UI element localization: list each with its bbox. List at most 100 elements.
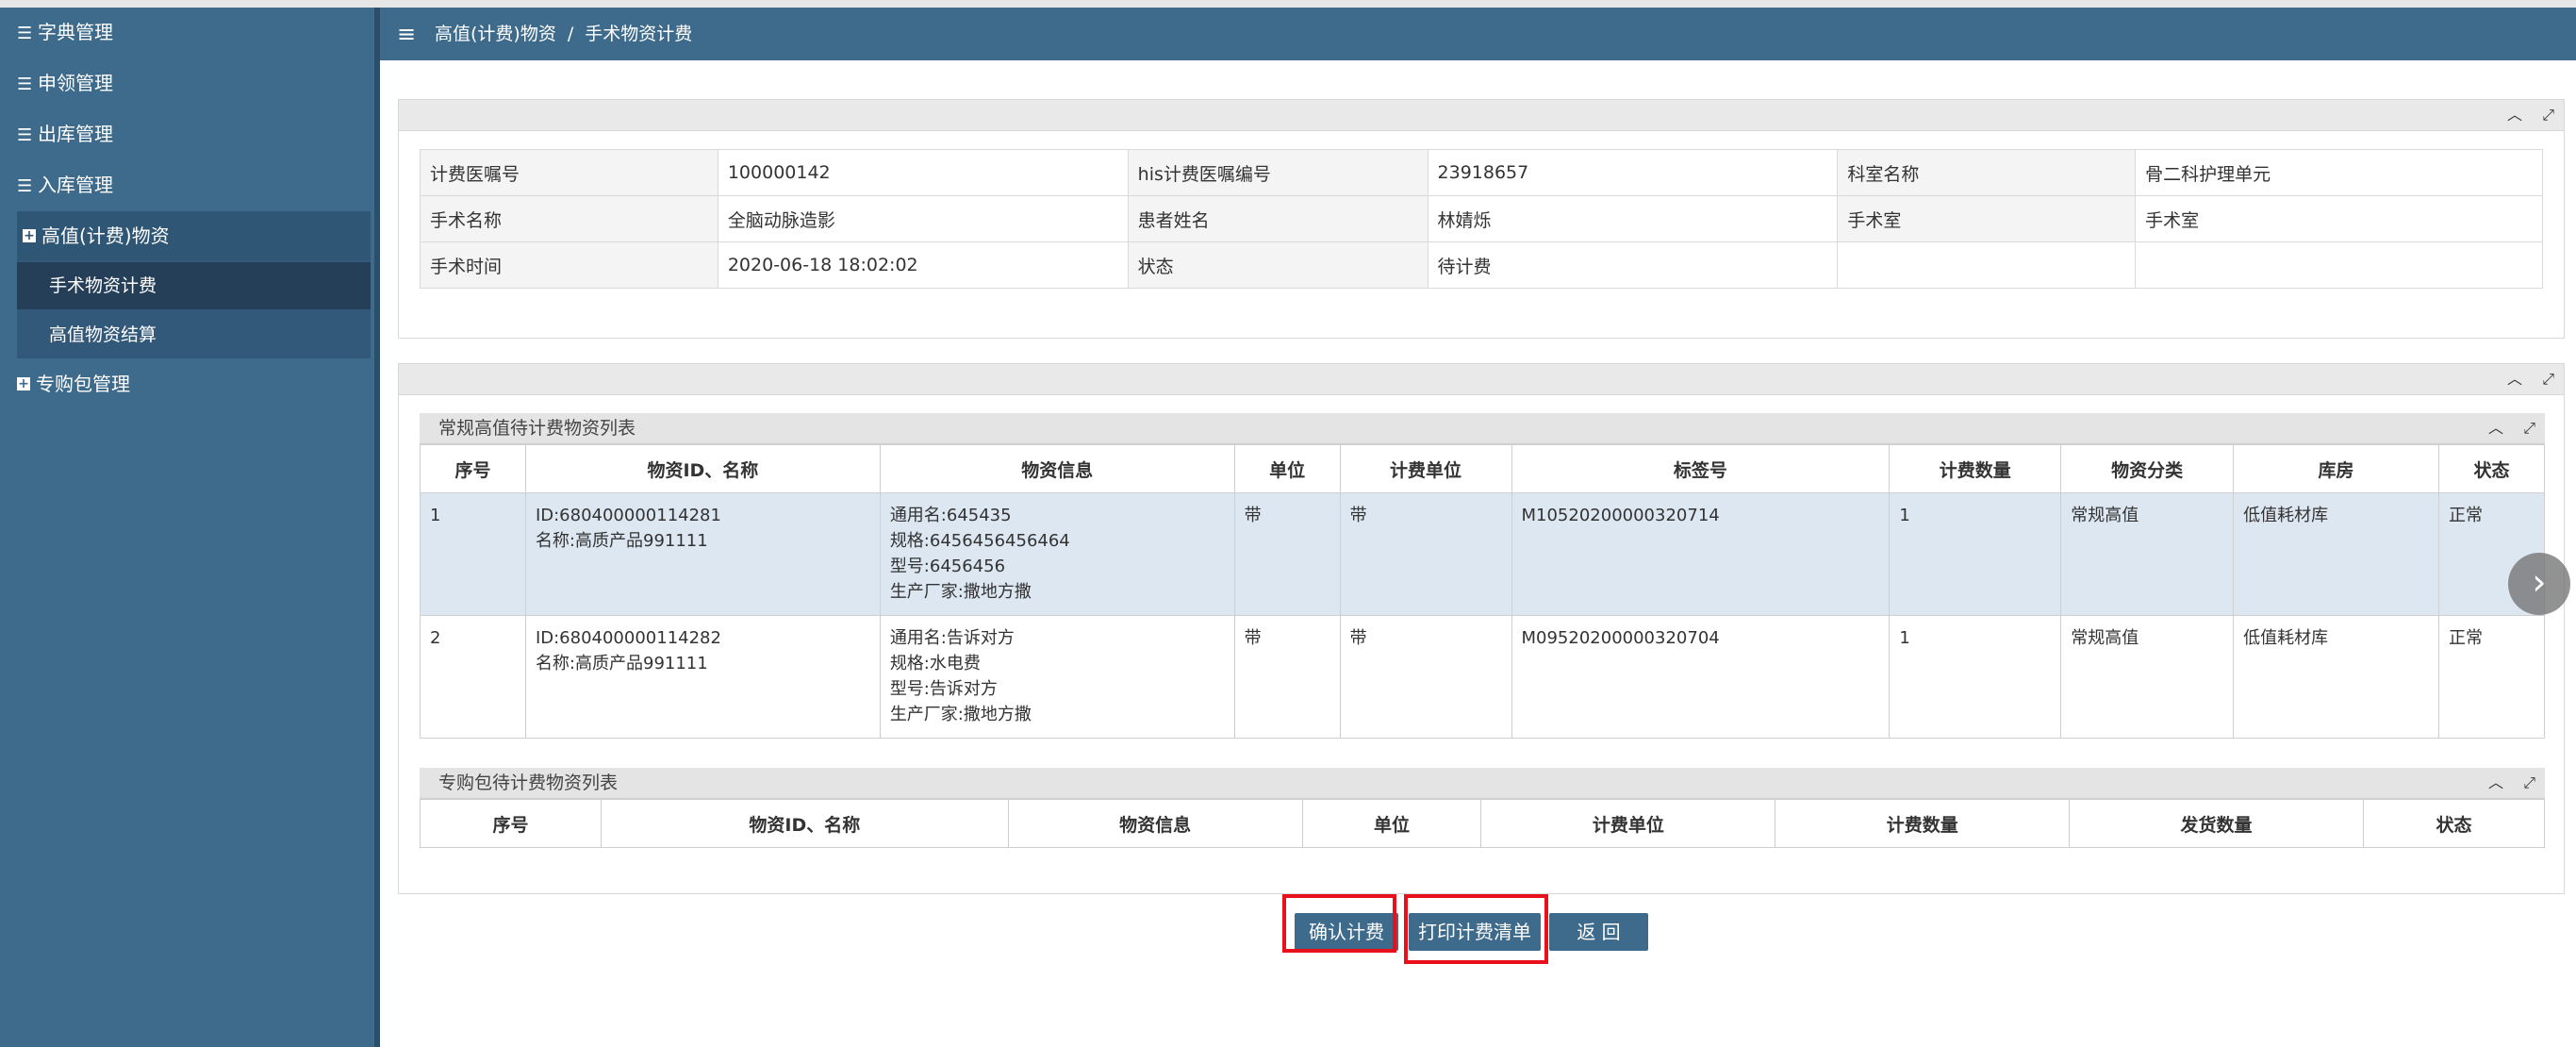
package-list-title: 专购包待计费物资列表: [438, 773, 619, 793]
sub-panel-header: 常规高值待计费物资列表 ︿ ⤢: [420, 413, 2545, 444]
expand-box-icon: +: [17, 376, 30, 391]
sidebar-item-dictionary[interactable]: ☰ 字典管理: [17, 13, 113, 51]
sidebar: [0, 8, 374, 1047]
top-bar: ≡ 高值(计费)物资 / 手术物资计费: [380, 8, 2576, 60]
table-header-row: 序号 物资ID、名称 物资信息 单位 计费单位 标签号 计费数量 物资分类 库房…: [420, 444, 2546, 493]
qty-cell: 1: [1889, 615, 2062, 739]
expand-icon[interactable]: ⤢: [2542, 364, 2554, 394]
panel-header: ︿ ⤢: [399, 100, 2564, 131]
tag-cell: M10520200000320714: [1511, 492, 1891, 616]
store-cell: 低值耗材库: [2233, 492, 2439, 616]
chevron-right-icon[interactable]: ›: [2508, 553, 2570, 615]
tag-cell: M09520200000320704: [1511, 615, 1891, 739]
material-model: 型号:6456456: [889, 557, 1006, 576]
chevron-up-icon[interactable]: ︿: [2507, 364, 2522, 394]
info-value: 全脑动脉造影: [717, 195, 1129, 242]
bill-unit-cell: 带: [1339, 492, 1512, 616]
column-header: 计费数量: [1889, 444, 2062, 493]
row-number: 1: [420, 492, 526, 616]
breadcrumb: 高值(计费)物资 / 手术物资计费: [435, 8, 692, 60]
column-header: 单位: [1233, 444, 1341, 493]
expand-icon[interactable]: ⤢: [2523, 413, 2535, 443]
column-header: 计费数量: [1775, 799, 2071, 848]
column-header: 发货数量: [2069, 799, 2364, 848]
column-header: 计费单位: [1480, 799, 1776, 848]
sidebar-item-high-value-settlement[interactable]: 高值物资结算: [17, 311, 371, 358]
chevron-up-icon[interactable]: ︿: [2488, 768, 2503, 798]
list-icon: ☰: [17, 176, 33, 196]
material-generic-name: 通用名:645435: [889, 506, 1012, 525]
info-value: 待计费: [1427, 241, 1839, 289]
material-id: ID:680400000114282: [535, 628, 721, 648]
hamburger-icon[interactable]: ≡: [397, 8, 416, 60]
expand-box-icon: +: [23, 228, 36, 243]
info-row: 计费医嘱号 100000142 his计费医嘱编号 23918657 科室名称 …: [420, 149, 2543, 196]
regular-materials-table: 序号 物资ID、名称 物资信息 单位 计费单位 标签号 计费数量 物资分类 库房…: [420, 444, 2546, 739]
expand-icon[interactable]: ⤢: [2523, 768, 2535, 798]
column-header: 物资ID、名称: [524, 444, 881, 493]
bill-unit-cell: 带: [1339, 615, 1512, 739]
info-row: 手术时间 2020-06-18 18:02:02 状态 待计费: [420, 241, 2543, 289]
breadcrumb-item-group[interactable]: 高值(计费)物资: [435, 24, 556, 44]
list-icon: ☰: [17, 125, 33, 145]
material-id-name: ID:680400000114281 名称:高质产品991111: [524, 492, 881, 616]
info-label: 手术名称: [420, 195, 718, 242]
material-spec: 规格:水电费: [889, 654, 981, 673]
material-info: 通用名:645435 规格:6456456456464 型号:6456456 生…: [879, 492, 1235, 616]
info-value: 林婧烁: [1427, 195, 1839, 242]
column-header: 物资信息: [1007, 799, 1303, 848]
column-header: 库房: [2233, 444, 2439, 493]
order-info-table: 计费医嘱号 100000142 his计费医嘱编号 23918657 科室名称 …: [420, 149, 2543, 289]
info-value: 23918657: [1427, 149, 1839, 196]
chevron-up-icon[interactable]: ︿: [2507, 100, 2522, 130]
column-header: 物资信息: [879, 444, 1235, 493]
column-header: 单位: [1301, 799, 1482, 848]
material-model: 型号:告诉对方: [889, 679, 998, 699]
info-value: 手术室: [2135, 195, 2543, 242]
category-cell: 常规高值: [2060, 615, 2235, 739]
sidebar-item-inbound[interactable]: ☰ 入库管理: [17, 166, 113, 204]
table-row[interactable]: 2 ID:680400000114282 名称:高质产品991111 通用名:告…: [420, 615, 2546, 739]
info-label: 患者姓名: [1127, 195, 1428, 242]
unit-cell: 带: [1233, 615, 1341, 739]
order-info-panel: ︿ ⤢ 计费医嘱号 100000142 his计费医嘱编号 23918657 科…: [398, 99, 2565, 339]
store-cell: 低值耗材库: [2233, 615, 2439, 739]
regular-list-header: 常规高值待计费物资列表 ︿ ⤢: [420, 413, 2545, 447]
sidebar-group-high-value[interactable]: + 高值(计费)物资: [17, 211, 371, 260]
qty-cell: 1: [1889, 492, 2062, 616]
info-label: his计费医嘱编号: [1127, 149, 1428, 196]
column-header: 物资分类: [2060, 444, 2235, 493]
column-header: 物资ID、名称: [600, 799, 1009, 848]
status-cell: 正常: [2437, 615, 2546, 739]
materials-panel: ︿ ⤢ 常规高值待计费物资列表 ︿ ⤢ 序号 物资ID、名称 物资信息 单位 计…: [398, 363, 2565, 894]
sidebar-item-surgery-billing[interactable]: 手术物资计费: [17, 262, 371, 309]
material-id-name: ID:680400000114282 名称:高质产品991111: [524, 615, 881, 739]
column-header: 序号: [420, 444, 526, 493]
chevron-up-icon[interactable]: ︿: [2488, 413, 2503, 443]
list-icon: ☰: [17, 75, 33, 94]
list-icon: ☰: [17, 24, 33, 43]
material-name: 名称:高质产品991111: [535, 654, 708, 673]
info-label: 手术室: [1837, 195, 2137, 242]
info-label: 状态: [1127, 241, 1428, 289]
info-label: 手术时间: [420, 241, 718, 289]
info-label: 科室名称: [1837, 149, 2137, 196]
package-materials-table: 序号 物资ID、名称 物资信息 单位 计费单位 计费数量 发货数量 状态: [420, 799, 2546, 848]
breadcrumb-separator: /: [567, 24, 574, 44]
sidebar-item-requisition[interactable]: ☰ 申领管理: [17, 64, 113, 102]
info-empty: [2135, 241, 2543, 289]
info-label: 计费医嘱号: [420, 149, 718, 196]
material-name: 名称:高质产品991111: [535, 531, 708, 551]
expand-icon[interactable]: ⤢: [2542, 100, 2554, 130]
breadcrumb-item-current: 手术物资计费: [585, 24, 693, 44]
info-row: 手术名称 全脑动脉造影 患者姓名 林婧烁 手术室 手术室: [420, 195, 2543, 242]
info-value: 100000142: [717, 149, 1129, 196]
sidebar-item-special-package[interactable]: + 专购包管理: [17, 365, 130, 403]
row-number: 2: [420, 615, 526, 739]
column-header: 状态: [2437, 444, 2546, 493]
back-button[interactable]: 返 回: [1549, 913, 1648, 951]
table-row[interactable]: 1 ID:680400000114281 名称:高质产品991111 通用名:6…: [420, 492, 2546, 616]
material-info: 通用名:告诉对方 规格:水电费 型号:告诉对方 生产厂家:撒地方撒: [879, 615, 1235, 739]
package-list-header: 专购包待计费物资列表 ︿ ⤢: [420, 768, 2545, 802]
sidebar-item-outbound[interactable]: ☰ 出库管理: [17, 115, 113, 153]
